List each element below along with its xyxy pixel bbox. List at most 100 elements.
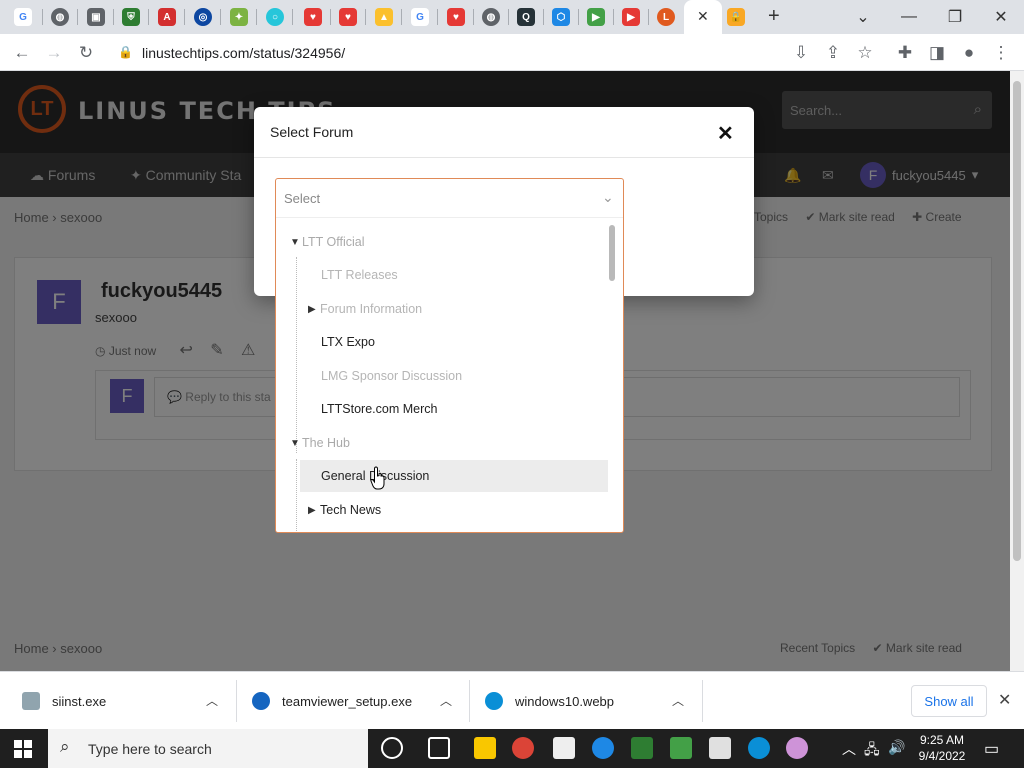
profile-icon[interactable]: ● [958,42,980,64]
new-tab-button[interactable]: + [768,5,780,28]
reload-icon[interactable]: ↻ [75,42,97,64]
chevron-up-icon[interactable]: ︿ [206,692,218,709]
globe-icon[interactable]: ◍ [482,8,500,26]
close-window-button[interactable]: ✕ [978,0,1024,34]
share-icon[interactable]: ⇪ [822,42,844,64]
side-panel-icon[interactable]: ◨ [926,42,948,64]
divider [702,680,703,722]
ltt-icon[interactable]: L [657,8,675,26]
chrome-icon[interactable] [512,737,534,759]
task-view-icon[interactable] [428,737,450,759]
chevron-down-icon[interactable]: ▼ [290,237,300,248]
volume-icon[interactable]: 🔊 [888,739,905,756]
ring-icon[interactable]: ○ [266,8,284,26]
chevron-up-icon[interactable]: ︿ [440,692,452,709]
brave-icon[interactable]: ♥ [339,8,357,26]
tab-separator [77,9,78,25]
chevron-up-icon[interactable]: ︿ [842,739,856,759]
photos-icon[interactable] [631,737,653,759]
forum-group-the-hub[interactable]: ▼ The Hub [290,427,590,459]
chevron-down-icon[interactable]: ▼ [290,438,300,449]
chevron-right-icon[interactable]: ▶ [308,505,318,516]
taskbar-search-input[interactable]: ⌕ Type here to search [48,729,368,768]
7zip-icon[interactable] [553,737,575,759]
download-filename: teamviewer_setup.exe [282,693,413,709]
address-bar[interactable]: 🔒 linustechtips.com/status/324956/ [106,38,886,67]
clock-time: 9:25 AM [919,733,965,747]
globe-icon[interactable]: ◍ [51,8,69,26]
google-icon[interactable]: G [411,8,429,26]
select-placeholder: Select [284,191,321,206]
ie-icon[interactable] [592,737,614,759]
download-item[interactable]: siinst.exe [22,672,106,730]
brave-icon[interactable]: ♥ [447,8,465,26]
circle-icon[interactable]: ◎ [194,8,212,26]
adobe-icon[interactable]: A [158,8,176,26]
windows-taskbar: ⌕ Type here to search ︿ 🖧 🔊 9:25 AM 9/4/… [0,729,1024,768]
page-scrollbar[interactable] [1010,71,1024,671]
extensions-icon[interactable]: ✚ [894,42,916,64]
forum-option-lttstore-merch[interactable]: LTTStore.com Merch [321,393,601,425]
brave-icon[interactable]: ♥ [304,8,322,26]
cortana-icon[interactable] [381,737,403,759]
active-tab[interactable]: ✕ [684,0,722,34]
close-tab-icon[interactable]: ✕ [697,8,709,25]
hex-icon[interactable]: ⬡ [552,8,570,26]
puzzle-icon[interactable]: ✦ [230,8,248,26]
forum-option-ltx-expo[interactable]: LTX Expo [321,326,601,358]
q-icon[interactable]: Q [517,8,535,26]
tab-separator [148,9,149,25]
option-list-scrollbar[interactable] [608,223,616,525]
modal-title: Select Forum [270,124,354,140]
lock-icon[interactable]: 🔒 [727,8,745,26]
system-clock[interactable]: 9:25 AM 9/4/2022 [912,732,972,764]
forum-option-general-discussion[interactable]: General Discussion [300,460,608,492]
download-item[interactable]: windows10.webp [485,672,614,730]
notifications-icon[interactable]: ▭ [984,739,999,759]
document-icon[interactable]: ▣ [87,8,105,26]
url-text[interactable]: linustechtips.com/status/324956/ [142,45,345,61]
close-icon[interactable]: ✕ [717,121,734,146]
tab-separator [473,9,474,25]
back-icon[interactable]: ← [11,42,33,64]
option-label: LTX Expo [321,335,375,349]
divider [469,680,470,722]
app-icon[interactable] [670,737,692,759]
edge-icon[interactable] [748,737,770,759]
q-icon[interactable] [709,737,731,759]
forum-option-tech-news[interactable]: ▶ Tech News [308,494,598,526]
menu-icon[interactable]: ⋮ [990,42,1012,64]
download-item[interactable]: teamviewer_setup.exe [252,672,412,730]
show-all-button[interactable]: Show all [911,685,987,717]
scrollbar-thumb[interactable] [1013,81,1021,561]
restore-button[interactable]: ❐ [932,0,978,34]
chevron-down-icon[interactable]: ⌄ [602,189,614,206]
windows-start-icon[interactable] [14,740,32,758]
tab-separator [543,9,544,25]
tab-separator [437,9,438,25]
google-icon[interactable]: G [14,8,32,26]
close-icon[interactable]: ✕ [998,690,1011,710]
file-explorer-icon[interactable] [474,737,496,759]
scrollbar-thumb[interactable] [609,225,615,281]
drive-icon[interactable]: ▲ [375,8,393,26]
forum-option-list: ▼ LTT Official LTT Releases ▶ Forum Info… [276,219,608,531]
play-icon[interactable]: ▶ [587,8,605,26]
network-icon[interactable]: 🖧 [864,739,880,763]
tab-separator [613,9,614,25]
forum-select[interactable]: Select ⌄ ▼ LTT Official LTT Releases ▶ F… [275,178,624,533]
bookmark-star-icon[interactable]: ☆ [854,42,876,64]
install-icon[interactable]: ⇩ [790,42,812,64]
forum-group-ltt-official[interactable]: ▼ LTT Official [290,226,590,258]
youtube-icon[interactable]: ▶ [622,8,640,26]
forward-icon[interactable]: → [43,42,65,64]
minimize-button[interactable]: — [886,0,932,34]
paint-icon[interactable] [786,737,808,759]
forum-option-forum-information[interactable]: ▶ Forum Information [308,293,598,325]
chevron-right-icon[interactable]: ▶ [308,304,318,315]
select-head[interactable]: Select ⌄ [276,179,623,218]
chevron-up-icon[interactable]: ︿ [672,692,684,709]
shield-icon[interactable]: ⛨ [122,8,140,26]
tab-separator [256,9,257,25]
tab-search-icon[interactable]: ⌄ [840,0,886,34]
